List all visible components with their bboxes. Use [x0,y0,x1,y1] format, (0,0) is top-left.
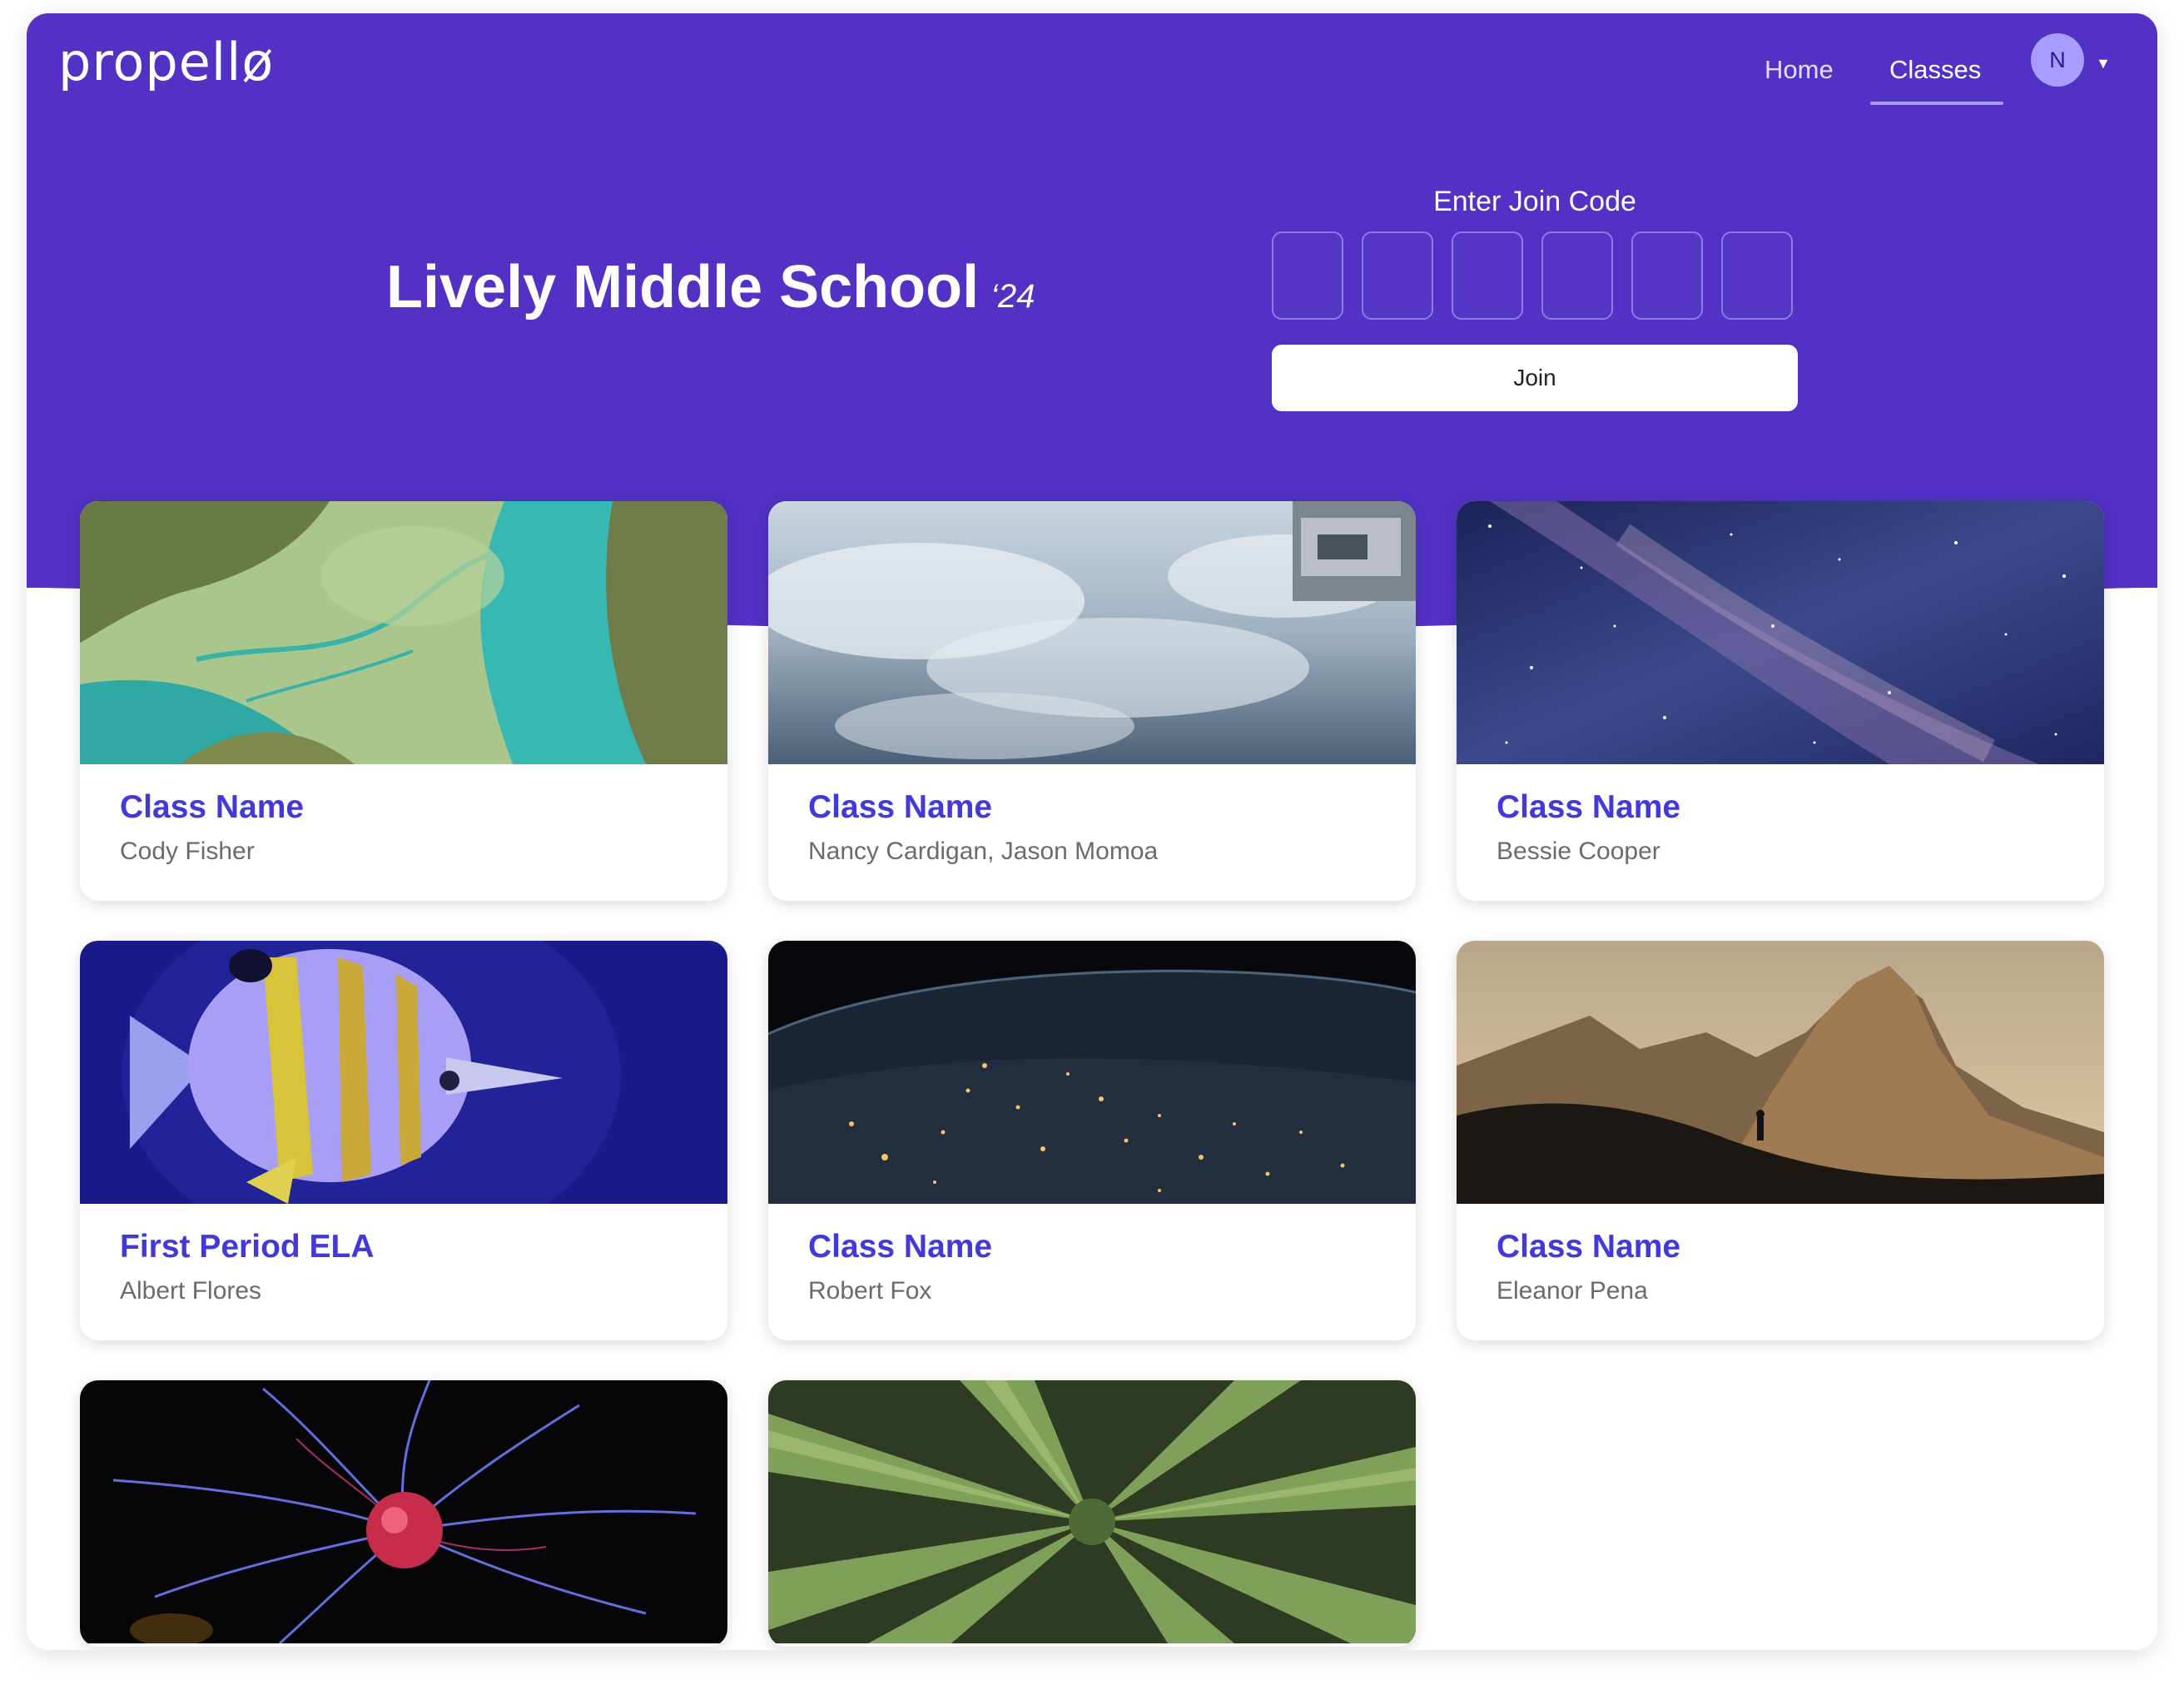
join-code-digit-3[interactable] [1452,231,1523,320]
school-title: Lively Middle School ‘24 [386,253,1035,321]
aerial-coastline-image [80,501,727,764]
class-teacher: Nancy Cardigan, Jason Momoa [808,838,1159,865]
class-card[interactable] [80,1380,727,1647]
propello-logo[interactable]: propellø [58,32,274,92]
class-card[interactable]: Class Name Eleanor Pena [1457,941,2104,1340]
class-card[interactable]: Class Name Robert Fox [768,941,1416,1340]
class-card[interactable]: Class Name Bessie Cooper [1457,501,2104,901]
class-name[interactable]: Class Name [808,1204,1376,1265]
join-code-digit-1[interactable] [1272,231,1343,320]
earth-at-night-image [768,941,1416,1204]
app-window: propellø Home Classes N ▼ Lively Middle … [27,13,2157,1650]
class-card[interactable]: First Period ELA Albert Flores [80,941,727,1340]
class-name[interactable]: Class Name [120,764,687,826]
class-card-body: Class Name Robert Fox [768,1204,1416,1340]
class-teacher: Robert Fox [808,1277,932,1305]
class-teacher: Albert Flores [120,1277,262,1305]
join-code-digit-4[interactable] [1541,231,1613,320]
school-year: ‘24 [990,278,1035,315]
class-name[interactable]: Class Name [1497,1204,2064,1265]
plasma-ball-image [80,1380,727,1643]
join-code-label: Enter Join Code [1433,186,1636,217]
nav-home-link[interactable]: Home [1765,55,1834,85]
class-card[interactable]: Class Name Nancy Cardigan, Jason Momoa [768,501,1416,901]
avatar-initial: N [2049,47,2066,72]
class-card-body: Class Name Bessie Cooper [1457,764,2104,901]
join-code-digit-6[interactable] [1721,231,1793,320]
join-button[interactable]: Join [1272,345,1798,411]
aloe-plant-image [768,1380,1416,1643]
class-card-body: Class Name Cody Fisher [80,764,727,901]
class-card[interactable] [768,1380,1416,1647]
class-name[interactable]: First Period ELA [120,1204,687,1265]
class-card-body: Class Name Eleanor Pena [1457,1204,2104,1340]
class-card-body: First Period ELA Albert Flores [80,1204,727,1340]
earth-from-space-image [768,501,1416,764]
butterflyfish-image [80,941,727,1204]
school-name: Lively Middle School [386,254,980,321]
caret-down-icon[interactable]: ▼ [2096,55,2111,72]
join-code-digit-5[interactable] [1631,231,1703,320]
class-name[interactable]: Class Name [1497,764,2064,826]
mountain-silhouette-image [1457,941,2104,1204]
join-code-digit-2[interactable] [1362,231,1433,320]
class-teacher: Eleanor Pena [1497,1277,1648,1305]
milky-way-image [1457,501,2104,764]
class-teacher: Bessie Cooper [1497,838,1660,865]
nav-classes-link[interactable]: Classes [1889,55,1981,85]
class-teacher: Cody Fisher [120,838,255,865]
class-card[interactable]: Class Name Cody Fisher [80,501,727,901]
active-tab-indicator [1870,102,2003,105]
class-name[interactable]: Class Name [808,764,1376,826]
class-card-body: Class Name Nancy Cardigan, Jason Momoa [768,764,1416,901]
user-avatar[interactable]: N [2031,33,2084,87]
